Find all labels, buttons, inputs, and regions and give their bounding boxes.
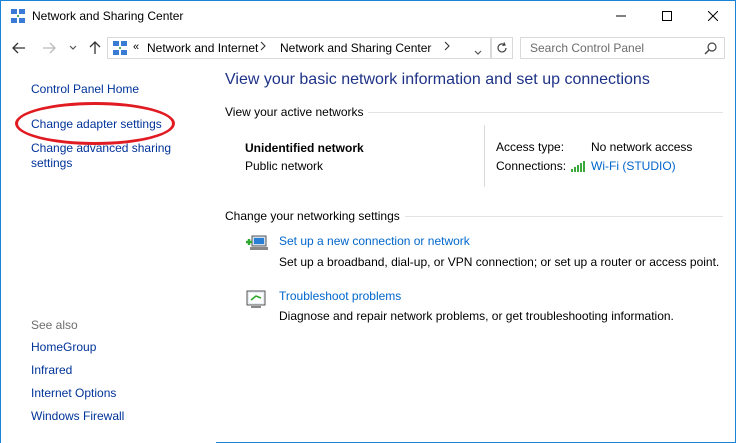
back-arrow-icon: [12, 42, 25, 54]
close-button[interactable]: [690, 1, 736, 31]
breadcrumb-network-internet[interactable]: Network and Internet: [147, 41, 258, 55]
chevron-down-icon: [69, 45, 77, 50]
back-button[interactable]: [9, 37, 29, 59]
forward-button[interactable]: [39, 37, 59, 59]
connections-label: Connections:: [496, 159, 567, 173]
breadcrumb-network-sharing-center[interactable]: Network and Sharing Center: [280, 41, 431, 55]
minimize-button[interactable]: [598, 1, 644, 31]
address-bar[interactable]: « Network and Internet Network and Shari…: [107, 37, 491, 59]
network-name: Unidentified network: [245, 141, 364, 155]
search-placeholder: Search Control Panel: [530, 41, 645, 55]
address-dropdown-icon[interactable]: [474, 45, 482, 59]
link-control-panel-home[interactable]: Control Panel Home: [31, 82, 139, 97]
control-panel-icon: [112, 40, 128, 56]
network-sharing-center-window: Network and Sharing Center « Network and…: [0, 0, 736, 443]
link-troubleshoot-problems[interactable]: Troubleshoot problems: [279, 289, 401, 303]
access-type-value: No network access: [591, 140, 693, 154]
network-divider: [484, 125, 485, 187]
link-set-up-new-connection[interactable]: Set up a new connection or network: [279, 234, 470, 248]
main-content: View your basic network information and …: [216, 65, 735, 443]
navigation-bar: « Network and Internet Network and Shari…: [1, 31, 735, 65]
maximize-icon: [662, 11, 672, 21]
forward-arrow-icon: [43, 42, 56, 54]
change-settings-heading: Change your networking settings: [225, 209, 400, 223]
network-type: Public network: [245, 159, 324, 173]
title-bar[interactable]: Network and Sharing Center: [1, 1, 735, 31]
close-icon: [708, 11, 718, 21]
wifi-connection-link[interactable]: Wi-Fi (STUDIO): [591, 159, 676, 173]
wifi-signal-icon: [571, 160, 587, 172]
recent-locations-button[interactable]: [63, 37, 83, 59]
refresh-button[interactable]: [491, 37, 513, 59]
section-divider: [405, 216, 723, 217]
network-center-icon: [10, 8, 26, 24]
breadcrumb-separator-icon[interactable]: [444, 41, 450, 54]
page-title: View your basic network information and …: [225, 71, 650, 88]
set-up-connection-description: Set up a broadband, dial-up, or VPN conn…: [279, 255, 720, 269]
address-overflow[interactable]: «: [133, 41, 139, 53]
link-internet-options[interactable]: Internet Options: [31, 386, 116, 400]
link-change-adapter-settings[interactable]: Change adapter settings: [31, 117, 162, 132]
window-title: Network and Sharing Center: [32, 9, 184, 23]
up-arrow-icon: [89, 41, 101, 54]
troubleshoot-icon: [244, 288, 270, 310]
new-connection-icon: [244, 233, 270, 255]
active-networks-heading: View your active networks: [225, 105, 364, 119]
refresh-icon: [497, 42, 507, 53]
access-type-label: Access type:: [496, 140, 565, 154]
search-icon[interactable]: [704, 41, 718, 55]
section-divider: [368, 112, 723, 113]
link-homegroup[interactable]: HomeGroup: [31, 340, 96, 354]
minimize-icon: [616, 15, 626, 17]
link-change-advanced-sharing-settings[interactable]: Change advanced sharing settings: [31, 141, 191, 171]
up-button[interactable]: [85, 37, 105, 59]
link-windows-firewall[interactable]: Windows Firewall: [31, 409, 124, 423]
maximize-button[interactable]: [644, 1, 690, 31]
left-navigation-pane: Control Panel Home Change adapter settin…: [1, 65, 216, 443]
troubleshoot-description: Diagnose and repair network problems, or…: [279, 309, 674, 323]
breadcrumb-separator-icon[interactable]: [260, 41, 266, 54]
search-input[interactable]: Search Control Panel: [520, 37, 725, 59]
link-infrared[interactable]: Infrared: [31, 363, 72, 377]
see-also-heading: See also: [31, 318, 78, 332]
